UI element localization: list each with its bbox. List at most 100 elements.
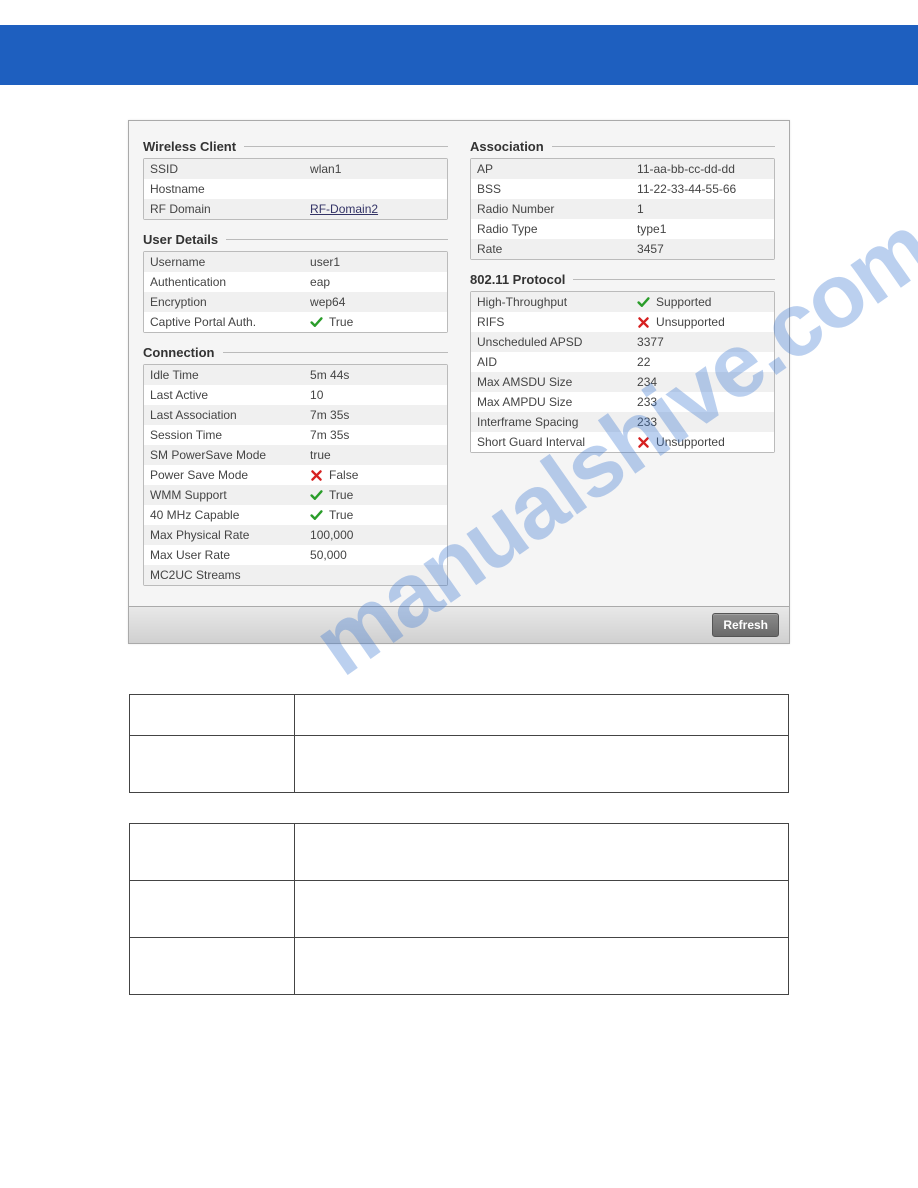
kv-row: SM PowerSave Modetrue	[144, 445, 447, 465]
protocol-box: High-ThroughputSupportedRIFSUnsupportedU…	[470, 291, 775, 453]
panel-footer: Refresh	[129, 606, 789, 643]
section-title-label: User Details	[143, 232, 218, 247]
blank-table-2	[129, 823, 789, 995]
kv-value	[310, 182, 441, 196]
details-panel: Wireless Client SSIDwlan1 Hostname RF Doma…	[128, 120, 790, 644]
kv-label: AID	[477, 355, 637, 369]
kv-value: Unsupported	[637, 315, 768, 329]
kv-label: SM PowerSave Mode	[150, 448, 310, 462]
kv-value: 233	[637, 415, 768, 429]
kv-label: Max AMPDU Size	[477, 395, 637, 409]
kv-label: Authentication	[150, 275, 310, 289]
kv-row: WMM SupportTrue	[144, 485, 447, 505]
check-icon	[637, 296, 650, 309]
kv-value: 3457	[637, 242, 768, 256]
section-protocol: 802.11 Protocol	[470, 272, 775, 287]
kv-label: Session Time	[150, 428, 310, 442]
kv-label: Power Save Mode	[150, 468, 310, 482]
connection-box: Idle Time5m 44sLast Active10Last Associa…	[143, 364, 448, 586]
kv-row: RF DomainRF-Domain2	[144, 199, 447, 219]
header-bar	[0, 25, 918, 85]
section-title-label: Connection	[143, 345, 215, 360]
section-wireless-client: Wireless Client	[143, 139, 448, 154]
kv-value: user1	[310, 255, 441, 269]
kv-label: Max AMSDU Size	[477, 375, 637, 389]
kv-value	[310, 568, 441, 582]
section-title-label: Wireless Client	[143, 139, 236, 154]
kv-value: True	[310, 508, 441, 522]
section-association: Association	[470, 139, 775, 154]
right-column: Association AP11-aa-bb-cc-dd-ddBSS11-22-…	[470, 133, 775, 598]
kv-row: SSIDwlan1	[144, 159, 447, 179]
kv-row: Last Active10	[144, 385, 447, 405]
kv-value: wlan1	[310, 162, 441, 176]
kv-row: Short Guard IntervalUnsupported	[471, 432, 774, 452]
kv-row: Last Association7m 35s	[144, 405, 447, 425]
kv-label: Unscheduled APSD	[477, 335, 637, 349]
kv-label: MC2UC Streams	[150, 568, 310, 582]
kv-row: High-ThroughputSupported	[471, 292, 774, 312]
kv-row: Power Save ModeFalse	[144, 465, 447, 485]
kv-row: Radio Number1	[471, 199, 774, 219]
kv-row: Max Physical Rate100,000	[144, 525, 447, 545]
kv-label: Last Active	[150, 388, 310, 402]
kv-label: Last Association	[150, 408, 310, 422]
kv-value: 7m 35s	[310, 408, 441, 422]
kv-value: 7m 35s	[310, 428, 441, 442]
kv-label: WMM Support	[150, 488, 310, 502]
kv-row: MC2UC Streams	[144, 565, 447, 585]
kv-label: Hostname	[150, 182, 310, 196]
refresh-button[interactable]: Refresh	[712, 613, 779, 637]
kv-row: Rate3457	[471, 239, 774, 259]
kv-row: AP11-aa-bb-cc-dd-dd	[471, 159, 774, 179]
kv-value: True	[310, 488, 441, 502]
kv-row: 40 MHz CapableTrue	[144, 505, 447, 525]
kv-value: True	[310, 315, 441, 329]
kv-value: 11-22-33-44-55-66	[637, 182, 768, 196]
kv-label: Username	[150, 255, 310, 269]
link[interactable]: RF-Domain2	[310, 202, 378, 216]
kv-row: Session Time7m 35s	[144, 425, 447, 445]
kv-value: 233	[637, 395, 768, 409]
kv-label: RF Domain	[150, 202, 310, 216]
kv-value: 1	[637, 202, 768, 216]
kv-row: RIFSUnsupported	[471, 312, 774, 332]
kv-value: 5m 44s	[310, 368, 441, 382]
cross-icon	[637, 436, 650, 449]
check-icon	[310, 509, 323, 522]
cross-icon	[637, 316, 650, 329]
kv-row: AID22	[471, 352, 774, 372]
section-user-details: User Details	[143, 232, 448, 247]
kv-label: Interframe Spacing	[477, 415, 637, 429]
kv-value: Unsupported	[637, 435, 768, 449]
kv-label: Radio Type	[477, 222, 637, 236]
section-title-label: 802.11 Protocol	[470, 272, 565, 287]
kv-row: BSS11-22-33-44-55-66	[471, 179, 774, 199]
kv-value: Supported	[637, 295, 768, 309]
cross-icon	[310, 469, 323, 482]
kv-row: Idle Time5m 44s	[144, 365, 447, 385]
kv-value: 10	[310, 388, 441, 402]
check-icon	[310, 316, 323, 329]
kv-row: Radio Typetype1	[471, 219, 774, 239]
kv-value: 100,000	[310, 528, 441, 542]
kv-value: 234	[637, 375, 768, 389]
kv-label: High-Throughput	[477, 295, 637, 309]
section-title-label: Association	[470, 139, 544, 154]
kv-label: 40 MHz Capable	[150, 508, 310, 522]
kv-label: Idle Time	[150, 368, 310, 382]
kv-value: 3377	[637, 335, 768, 349]
kv-value[interactable]: RF-Domain2	[310, 202, 441, 216]
association-box: AP11-aa-bb-cc-dd-ddBSS11-22-33-44-55-66R…	[470, 158, 775, 260]
wireless-client-box: SSIDwlan1 Hostname RF DomainRF-Domain2	[143, 158, 448, 220]
section-connection: Connection	[143, 345, 448, 360]
kv-label: Short Guard Interval	[477, 435, 637, 449]
kv-value: 11-aa-bb-cc-dd-dd	[637, 162, 768, 176]
kv-value: 50,000	[310, 548, 441, 562]
kv-value: eap	[310, 275, 441, 289]
kv-row: Usernameuser1	[144, 252, 447, 272]
kv-row: Interframe Spacing233	[471, 412, 774, 432]
kv-row: Authenticationeap	[144, 272, 447, 292]
kv-label: Captive Portal Auth.	[150, 315, 310, 329]
kv-row: Encryptionwep64	[144, 292, 447, 312]
